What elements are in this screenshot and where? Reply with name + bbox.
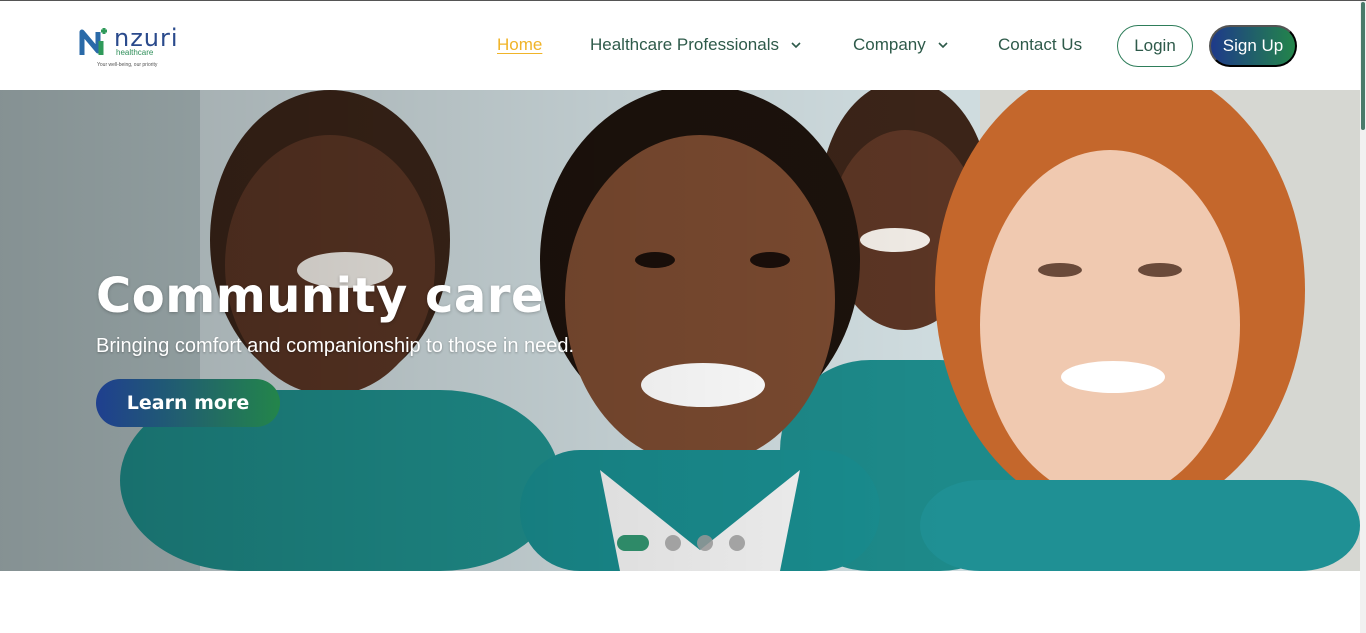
learn-more-button[interactable]: Learn more <box>96 379 280 427</box>
chevron-down-icon <box>938 42 948 49</box>
nav-healthcare-professionals-dropdown[interactable]: Healthcare Professionals <box>590 35 803 55</box>
hero-carousel: Community care Bringing comfort and comp… <box>0 90 1360 571</box>
nav-contact-label: Contact Us <box>998 35 1083 54</box>
nav-contact-link[interactable]: Contact Us <box>998 35 1082 55</box>
carousel-dot-4[interactable] <box>729 535 745 551</box>
brand-tagline: Your well-being, our priority <box>97 62 158 68</box>
carousel-indicators <box>617 535 745 551</box>
signup-button[interactable]: Sign Up <box>1209 25 1297 67</box>
nav-company-label: Company <box>853 35 926 54</box>
hero-overlay <box>0 90 1360 571</box>
hero-subtitle: Bringing comfort and companionship to th… <box>96 335 575 357</box>
nav-home-link[interactable]: Home <box>497 35 542 55</box>
page-scrollbar-thumb[interactable] <box>1361 2 1365 130</box>
brand-logo[interactable]: nzuri healthcare Your well-being, our pr… <box>79 23 189 71</box>
site-header: nzuri healthcare Your well-being, our pr… <box>0 1 1360 90</box>
brand-sub: healthcare <box>116 48 154 57</box>
carousel-dot-1[interactable] <box>617 535 649 551</box>
login-button[interactable]: Login <box>1117 25 1193 67</box>
logo-mark-icon <box>79 28 107 55</box>
carousel-dot-3[interactable] <box>697 535 713 551</box>
nav-home-label: Home <box>497 35 543 54</box>
hero-title: Community care <box>96 268 545 324</box>
chevron-down-icon <box>791 42 801 49</box>
nav-hp-label: Healthcare Professionals <box>590 35 779 54</box>
nav-company-dropdown[interactable]: Company <box>853 35 950 55</box>
carousel-dot-2[interactable] <box>665 535 681 551</box>
